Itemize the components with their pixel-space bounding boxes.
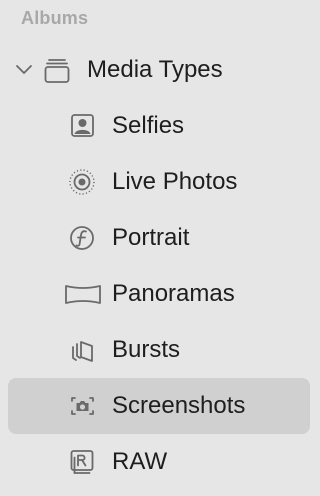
sidebar-item-label: Portrait: [112, 224, 190, 251]
selfie-icon: [66, 112, 100, 140]
sidebar-item-label: Bursts: [112, 336, 181, 363]
screenshot-icon: [66, 392, 100, 420]
portrait-icon: [66, 224, 100, 252]
live-photo-icon: [66, 168, 100, 196]
panorama-icon: [65, 280, 101, 308]
sidebar-item-bursts[interactable]: Bursts: [8, 322, 310, 378]
sidebar-item-panoramas[interactable]: Panoramas: [8, 266, 310, 322]
sidebar-item-raw[interactable]: RAW: [8, 434, 310, 490]
chevron-down-icon[interactable]: [14, 62, 34, 78]
section-header-albums: Albums: [21, 8, 89, 28]
raw-icon: [66, 448, 100, 476]
media-types-group[interactable]: Media Types: [0, 42, 318, 98]
sidebar: Albums Media Types Selfies Live Photos P…: [0, 0, 318, 496]
burst-icon: [66, 336, 100, 364]
sidebar-item-portrait[interactable]: Portrait: [8, 210, 310, 266]
sidebar-item-label: Selfies: [112, 112, 185, 139]
media-types-label: Media Types: [87, 56, 223, 83]
sidebar-item-screenshots[interactable]: Screenshots: [8, 378, 310, 434]
sidebar-item-label: RAW: [112, 448, 168, 475]
stack-icon: [42, 55, 72, 85]
sidebar-item-label: Screenshots: [112, 392, 246, 419]
sidebar-item-label: Live Photos: [112, 168, 238, 195]
sidebar-item-live-photos[interactable]: Live Photos: [8, 154, 310, 210]
sidebar-item-label: Panoramas: [112, 280, 235, 307]
sidebar-item-selfies[interactable]: Selfies: [8, 98, 310, 154]
